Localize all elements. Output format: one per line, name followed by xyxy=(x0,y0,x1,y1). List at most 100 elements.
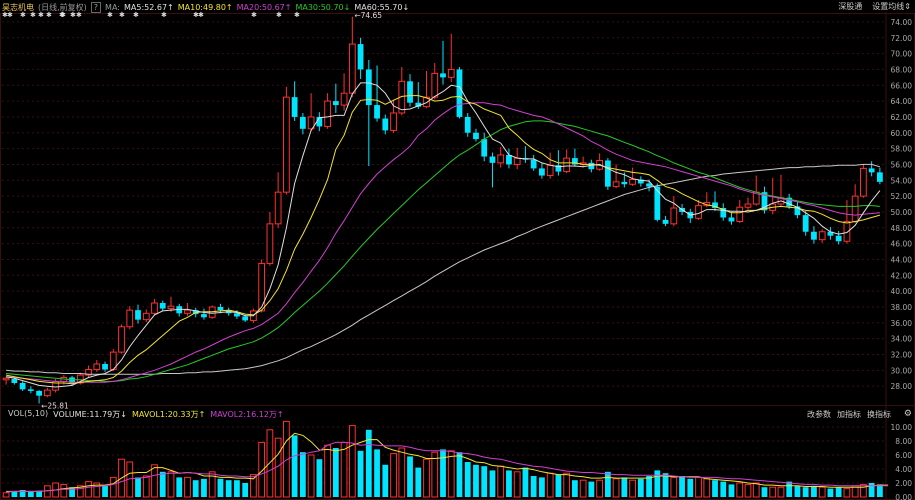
ma-legend-item-2: MA20:50.67↑ xyxy=(236,2,292,12)
volume-bar xyxy=(786,481,793,497)
volume-bar xyxy=(60,483,68,498)
candle-body xyxy=(473,132,479,140)
candle-body xyxy=(266,223,274,264)
price-tick-label: 32.00 xyxy=(891,350,913,359)
volume-bar xyxy=(555,474,562,497)
volume-bar xyxy=(728,484,735,497)
candle-body xyxy=(497,154,505,164)
volume-bar xyxy=(250,474,257,498)
period-note: (日线,前复权) xyxy=(38,2,87,12)
ma10-line xyxy=(6,95,881,385)
ma-legend-item-4: MA60:55.70↓ xyxy=(354,2,410,12)
price-tick-label: 72.00 xyxy=(891,34,913,43)
candle-body xyxy=(481,139,488,157)
ma20-line xyxy=(6,102,880,383)
volume-buttons: 改参数 加指标 换指标 xyxy=(807,409,891,420)
candle-body xyxy=(43,389,51,397)
candle-body xyxy=(382,118,389,131)
candle-body xyxy=(860,167,867,197)
add-indicator-button[interactable]: 加指标 xyxy=(837,409,861,420)
volume-bar xyxy=(456,452,463,497)
volume-bar xyxy=(662,473,669,497)
volume-bar xyxy=(102,485,108,497)
candle-body xyxy=(456,69,463,117)
price-tick-label: 62.00 xyxy=(891,113,913,122)
volume-bar xyxy=(464,462,471,497)
expand-icon[interactable]: ⇕ xyxy=(904,2,911,11)
candle-body xyxy=(274,191,282,225)
price-tick-label: 52.00 xyxy=(891,192,913,201)
volume-bar xyxy=(546,472,554,498)
candle-body xyxy=(835,235,842,242)
switch-indicator-button[interactable]: 换指标 xyxy=(867,409,891,420)
vol-label[interactable]: VOL(5,10) xyxy=(8,409,48,420)
volume-tick-label: 8.00 xyxy=(895,437,912,446)
candle-body xyxy=(299,116,306,129)
volume-tick-label: 2.00 xyxy=(895,479,912,488)
ma-legend: MA5:52.67↑ MA10:49.80↑ MA20:50.67↑ MA30:50.… xyxy=(124,3,409,12)
volume-bar xyxy=(629,479,636,498)
candle-body xyxy=(695,205,702,219)
candle-body xyxy=(621,181,628,185)
candle-body xyxy=(348,43,356,94)
price-tick-label: 54.00 xyxy=(891,176,913,185)
volume-bar xyxy=(579,479,587,498)
volume-bar xyxy=(835,487,842,497)
stock-name[interactable]: 昊志机电 xyxy=(2,2,34,13)
price-tick-label: 68.00 xyxy=(891,65,913,74)
volume-bar xyxy=(382,464,389,497)
ma-legend-item-0: MA5:52.67↑ xyxy=(123,2,174,12)
price-tick-label: 36.00 xyxy=(891,319,913,328)
candle-body xyxy=(489,156,496,163)
volume-bar xyxy=(415,467,422,497)
volume-bar xyxy=(234,480,240,497)
volume-bar xyxy=(539,477,545,497)
set-ma-button[interactable]: 设置均线⇕ xyxy=(872,1,911,12)
volume-bar xyxy=(201,478,207,497)
candle-body xyxy=(851,195,859,222)
candle-body xyxy=(118,326,125,353)
volume-bar xyxy=(2,492,10,498)
volume-bar xyxy=(43,485,51,498)
candle-body xyxy=(167,305,175,310)
price-tick-label: 40.00 xyxy=(891,287,913,296)
candle-body xyxy=(357,44,364,70)
candle-body xyxy=(868,168,875,173)
candle-body xyxy=(539,168,545,176)
volume-bar xyxy=(794,485,801,497)
candle-body xyxy=(282,96,290,193)
ma-legend-item-1: MA10:49.80↑ xyxy=(177,2,233,12)
price-tick-label: 70.00 xyxy=(891,50,913,59)
volume-bar xyxy=(291,435,298,497)
candle-body xyxy=(546,164,554,177)
top-right-buttons: 深股通 设置均线⇕ xyxy=(838,1,911,12)
candle-body xyxy=(332,101,339,106)
volume-tick-label: 10.00 xyxy=(891,423,913,432)
price-tick-label: 60.00 xyxy=(891,129,913,138)
price-tick-label: 64.00 xyxy=(891,97,913,106)
candle-body xyxy=(736,206,744,222)
volume-bar xyxy=(761,487,768,497)
volume-bar xyxy=(332,448,339,497)
candle-body xyxy=(93,363,101,371)
volume-tick-label: 4.00 xyxy=(895,465,912,474)
volume-bar xyxy=(572,480,578,497)
gear-icon[interactable]: ⚙ xyxy=(904,409,912,419)
candle-body xyxy=(217,306,224,311)
price-tick-label: 42.00 xyxy=(891,271,913,280)
candle-body xyxy=(184,309,191,314)
change-params-button[interactable]: 改参数 xyxy=(807,409,831,420)
volume-bar xyxy=(604,471,611,497)
candle-body xyxy=(102,363,108,370)
sz-connect-button[interactable]: 深股通 xyxy=(838,1,862,12)
price-tick-label: 56.00 xyxy=(891,160,913,169)
volume-bar xyxy=(563,472,571,498)
candle-body xyxy=(802,215,809,232)
volume-bar xyxy=(687,478,694,497)
candle-body xyxy=(670,207,678,225)
candle-body xyxy=(530,159,537,169)
price-tick-label: 50.00 xyxy=(891,208,913,217)
help-icon[interactable]: ? xyxy=(90,1,102,13)
volume-bar xyxy=(85,481,92,498)
candle-body xyxy=(447,68,455,78)
